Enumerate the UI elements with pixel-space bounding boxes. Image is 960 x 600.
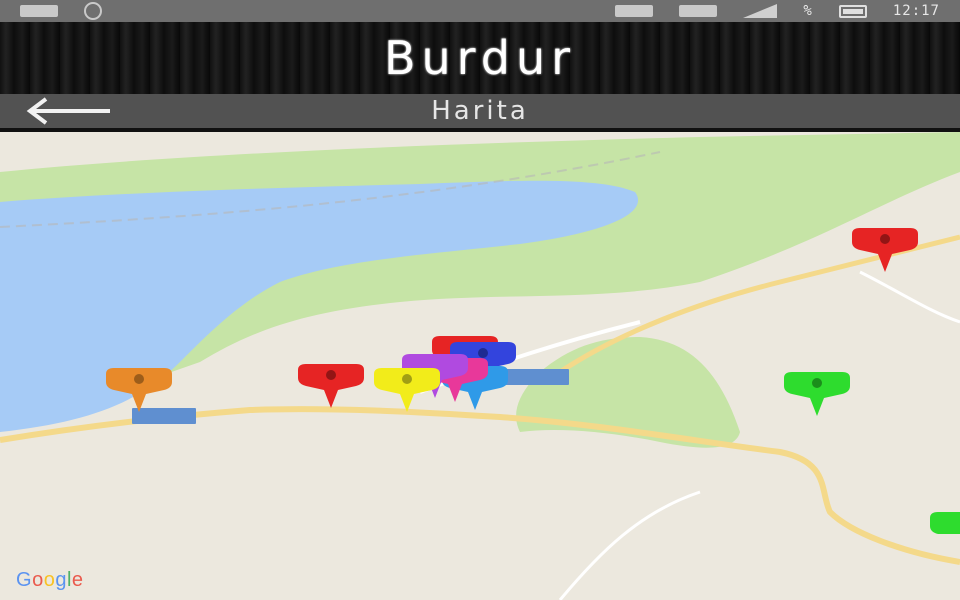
map-pin-icon [106,368,172,412]
signal-icon [743,4,778,18]
status-right-group: % 12:17 [615,3,940,19]
map-pin-icon [298,364,364,408]
map-marker[interactable] [372,368,442,414]
status-bar: % 12:17 [0,0,960,22]
back-button[interactable] [24,96,116,126]
google-logo: Google [16,569,84,591]
map-view[interactable]: Google [0,132,960,600]
map-marker[interactable] [104,368,174,414]
notification-icon [20,5,58,17]
map-marker[interactable] [296,364,366,410]
wifi-icon [679,5,718,17]
map-pin-icon [852,228,918,272]
arrow-left-icon [26,97,110,125]
status-left-group [20,2,102,20]
page-title: Burdur [383,31,577,85]
road-minor-2 [859,270,960,324]
map-marker[interactable] [928,512,960,558]
nav-title: Harita [431,96,529,126]
map-pin-icon [374,368,440,412]
battery-icon [838,4,867,18]
battery-percent: % [803,3,813,19]
road-main [0,406,960,565]
clock: 12:17 [892,3,940,19]
nav-bar: Harita [0,94,960,128]
map-marker[interactable] [850,228,920,274]
mail-icon [615,5,654,17]
app-header: Burdur [0,22,960,94]
map-pin-icon [784,372,850,416]
map-marker[interactable] [782,372,852,418]
map-pin-icon [930,512,960,534]
road-minor [558,490,701,600]
sync-icon [84,2,102,20]
